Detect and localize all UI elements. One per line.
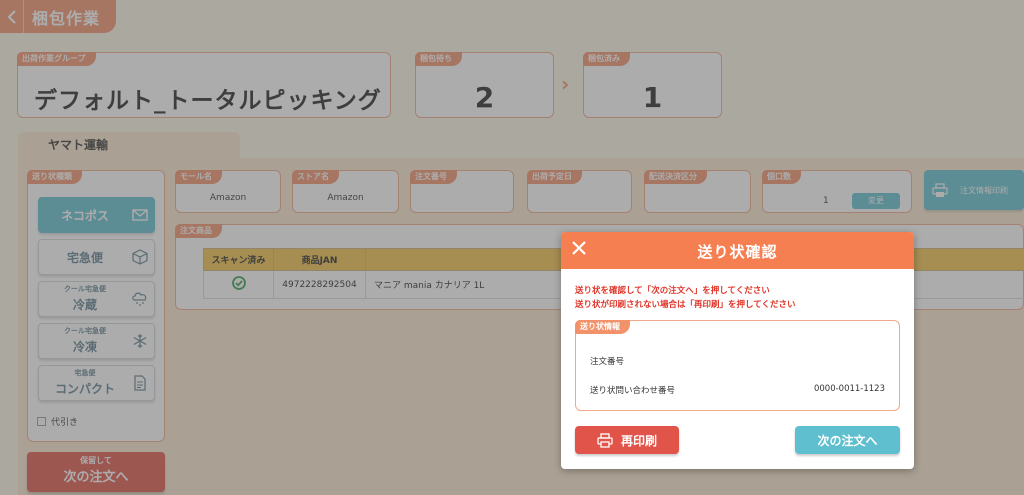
label-confirm-modal: 送り状確認 送り状を確認して「次の注文へ」を押してください 送り状が印刷されない…	[561, 232, 914, 469]
label-info-label: 送り状情報	[575, 320, 630, 334]
info-order-number-label: 注文番号	[590, 357, 625, 367]
next-order-button[interactable]: 次の注文へ	[795, 426, 900, 454]
info-tracking-label: 送り状問い合わせ番号	[590, 386, 676, 396]
reprint-button[interactable]: 再印刷	[575, 426, 679, 454]
reprint-label: 再印刷	[620, 433, 657, 448]
modal-title: 送り状確認	[697, 243, 778, 261]
modal-header: 送り状確認	[561, 232, 914, 269]
modal-message-2: 送り状が印刷されない場合は「再印刷」を押してください	[575, 300, 796, 310]
info-tracking-row: 送り状問い合わせ番号 0000-0011-1123	[590, 384, 885, 396]
info-order-number-row: 注文番号	[590, 355, 885, 367]
printer-icon	[597, 432, 613, 448]
label-info-box: 送り状情報 注文番号 送り状問い合わせ番号 0000-0011-1123	[575, 320, 900, 411]
info-tracking-value: 0000-0011-1123	[813, 384, 885, 394]
modal-message-1: 送り状を確認して「次の注文へ」を押してください	[575, 286, 770, 296]
